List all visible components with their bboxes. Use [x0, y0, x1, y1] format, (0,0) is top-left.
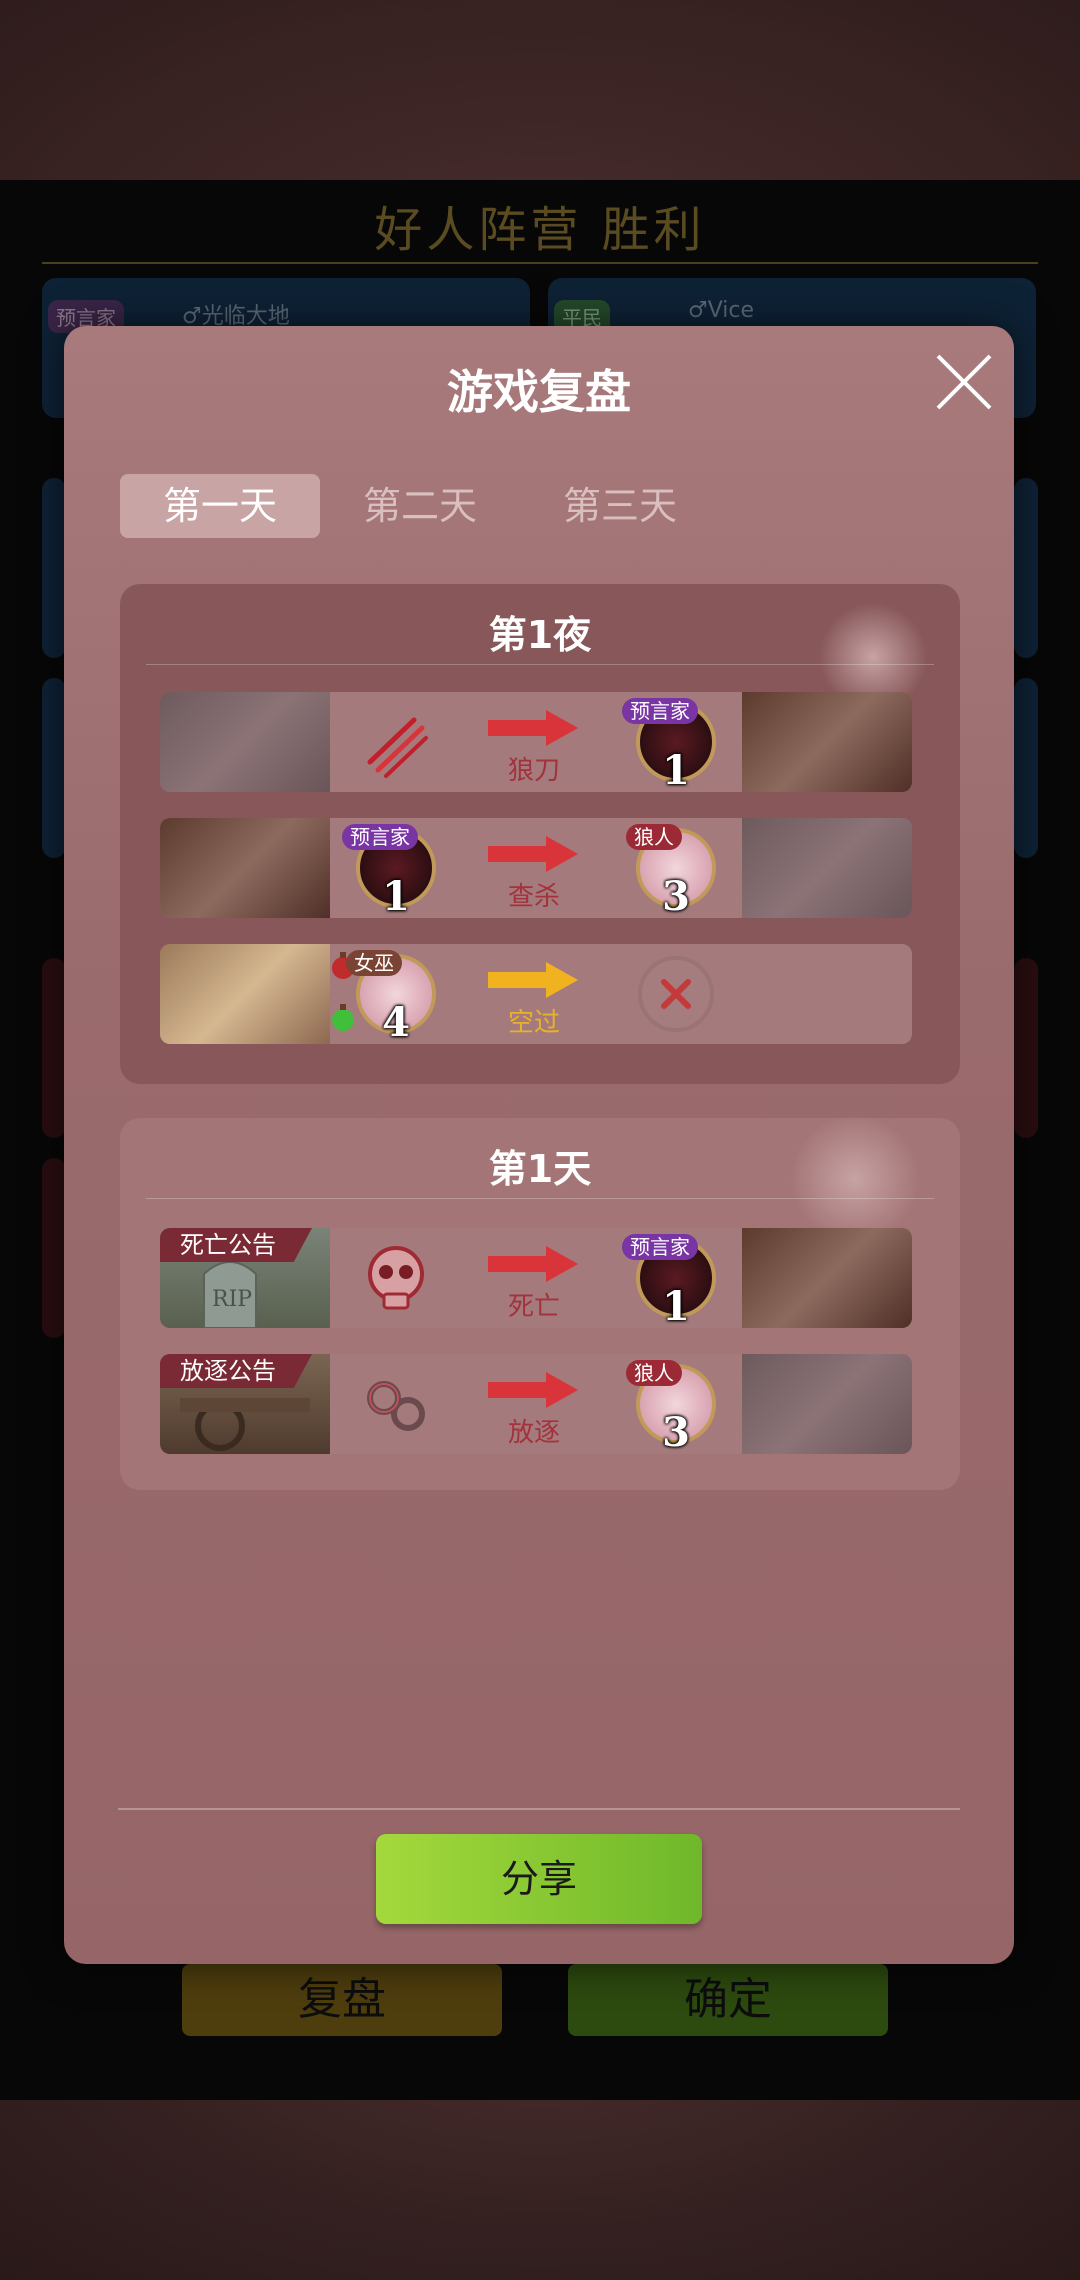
player-card: [1014, 478, 1038, 658]
player-nickname: ♂Vice: [688, 298, 755, 323]
day-event-row: 放逐公告 放逐 3 狼人: [160, 1354, 912, 1454]
role-tag: 狼人: [626, 824, 682, 850]
result-title-divider: [42, 262, 1038, 264]
seat-number: 3: [662, 873, 690, 918]
footer-divider: [118, 1808, 960, 1810]
werewolf-portrait: [742, 1354, 912, 1454]
player-card: [42, 1158, 66, 1338]
arrow-right-icon: [488, 1372, 578, 1408]
action-label: 死亡: [507, 1292, 560, 1322]
role-tag: 狼人: [626, 1360, 682, 1386]
player-card: [42, 478, 66, 658]
tab-day-1[interactable]: 第一天: [120, 474, 320, 538]
shackles-icon: [367, 1381, 425, 1431]
modal-title: 游戏复盘: [447, 365, 631, 419]
skull-icon: [368, 1246, 424, 1310]
share-button[interactable]: 分享: [376, 1834, 702, 1924]
night-event-row: 4 女巫 空过: [160, 944, 912, 1044]
witch-portrait: [160, 944, 330, 1044]
night-1-section: 第1夜 狼刀 1 预言家 1 预言家 查杀 3 狼人 4 女巫 空过: [120, 584, 960, 1084]
result-title: 好人阵营 胜利: [374, 202, 706, 258]
player-card: [1014, 958, 1038, 1138]
tab-day-3[interactable]: 第三天: [520, 474, 720, 538]
seat-number: 1: [382, 873, 410, 918]
day-1-section: 第1天 RIP 死亡公告 死亡 1 预言家 放逐公告 放逐 3 狼人: [120, 1114, 960, 1490]
player-card: [1014, 678, 1038, 858]
confirm-button[interactable]: 确定: [568, 1964, 888, 2036]
seer-portrait: [742, 692, 912, 792]
seat-number: 1: [662, 747, 690, 792]
player-card: [42, 678, 66, 858]
action-label: 查杀: [507, 882, 560, 912]
action-label: 放逐: [507, 1418, 560, 1448]
game-review-modal: 游戏复盘 第一天 第二天 第三天 第1夜 狼刀 1 预言家 1 预言家 查杀 3…: [64, 326, 1014, 1964]
seat-number: 4: [382, 999, 410, 1044]
night-event-row: 1 预言家 查杀 3 狼人: [160, 818, 912, 918]
arrow-right-icon: [488, 962, 578, 998]
close-button[interactable]: [932, 350, 996, 414]
bottom-backdrop: [0, 2100, 1080, 2280]
role-tag: 预言家: [622, 698, 698, 724]
seat-number: 1: [662, 1283, 690, 1328]
arrow-right-icon: [488, 836, 578, 872]
section-divider: [146, 664, 934, 665]
seer-portrait: [742, 1228, 912, 1328]
svg-text:RIP: RIP: [212, 1287, 252, 1312]
review-button[interactable]: 复盘: [182, 1964, 502, 2036]
action-label: 狼刀: [507, 756, 560, 786]
seat-number: 3: [662, 1409, 690, 1454]
role-tag: 预言家: [622, 1234, 698, 1260]
arrow-right-icon: [488, 1246, 578, 1282]
arrow-right-icon: [488, 710, 578, 746]
werewolf-portrait: [160, 692, 330, 792]
day-event-row: RIP 死亡公告 死亡 1 预言家: [160, 1228, 912, 1328]
close-icon: [936, 354, 992, 410]
role-tag: 女巫: [346, 950, 402, 976]
section-title: 第1夜: [488, 613, 592, 657]
announcement-tag: 死亡公告: [160, 1228, 312, 1262]
day-tabs: 第一天 第二天 第三天: [120, 474, 720, 538]
player-card: [42, 958, 66, 1138]
night-event-row: 狼刀 1 预言家: [160, 692, 912, 792]
seer-portrait: [160, 818, 330, 918]
claw-slash-icon: [367, 717, 428, 778]
no-target-icon: [638, 956, 714, 1032]
section-title: 第1天: [488, 1147, 592, 1191]
werewolf-portrait: [742, 818, 912, 918]
tab-day-2[interactable]: 第二天: [320, 474, 520, 538]
section-divider: [146, 1198, 934, 1199]
action-label: 空过: [507, 1008, 560, 1038]
announcement-tag: 放逐公告: [160, 1354, 312, 1388]
top-backdrop: [0, 0, 1080, 180]
role-tag: 预言家: [342, 824, 418, 850]
